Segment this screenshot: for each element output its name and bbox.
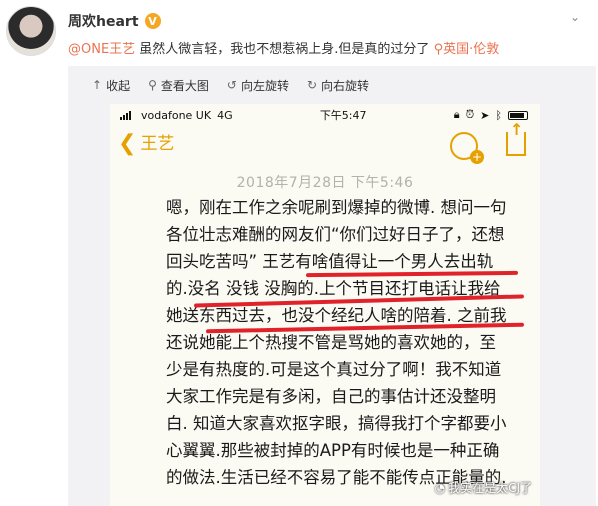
location-link[interactable]: ⚲英国·伦敦 — [434, 42, 500, 57]
add-contact-icon[interactable] — [450, 132, 484, 164]
note-date: 2018年7月28日 下午5:46 — [236, 175, 414, 191]
rotate-left-button[interactable]: ↺ 向左旋转 — [227, 77, 289, 94]
note-line: 各位壮志难酬的网友们“你们过好日子了，还想 — [166, 225, 505, 244]
bluetooth-icon: ᛒ — [495, 108, 502, 122]
note-line: 还说她能上个热搜不管是骂她的喜欢她的，至 — [166, 333, 496, 352]
rotate-right-icon: ↻ — [306, 78, 318, 92]
note-line: 白. 知道大家喜欢抠字眼，搞得我打个字都要小 — [166, 414, 507, 433]
rotate-right-button[interactable]: ↻ 向右旋转 — [307, 77, 369, 94]
pin-icon: ⚲ — [433, 42, 444, 57]
clock: 下午5:47 — [319, 109, 367, 122]
signal-icon — [120, 110, 131, 120]
rotate-left-icon: ↺ — [226, 78, 237, 92]
note-line: 心翼翼.那些被封掉的APP有时候也是一种正确 — [166, 441, 500, 460]
chevron-left-icon: ❮ — [118, 131, 137, 156]
watermark: ◔ 我实在是太CJ了 — [434, 480, 532, 496]
post-text: @ONE王艺 虽然人微言轻，我也不想惹祸上身.但是真的过分了 ⚲英国·伦敦 — [68, 38, 499, 57]
note-line: 嗯，刚在工作之余呢刷到爆掉的微博. 想问一句 — [166, 198, 507, 217]
phone-screenshot[interactable]: vodafone UK 4G 下午5:47 🔒︎ ⏰︎ ➤ ᛒ ❮王艺 2018… — [110, 104, 540, 506]
alarm-icon: ⏰︎ — [465, 108, 475, 121]
post-body: 虽然人微言轻，我也不想惹祸上身.但是真的过分了 — [135, 42, 434, 57]
mention-link[interactable]: @ONE王艺 — [68, 42, 135, 57]
image-toolbar: ↑ 收起 ⚲ 查看大图 ↺ 向左旋转 ↻ 向右旋转 — [68, 66, 596, 104]
view-large-button[interactable]: ⚲ 查看大图 — [148, 77, 209, 94]
battery-icon — [508, 110, 528, 120]
note-body: 嗯，刚在工作之余呢刷到爆掉的微博. 想问一句 各位壮志难酬的网友们“你们过好日子… — [166, 194, 526, 491]
avatar[interactable] — [6, 6, 56, 56]
author-row: 周欢heart V — [68, 11, 161, 31]
search-icon: ⚲ — [148, 78, 157, 92]
verified-badge: V — [144, 13, 161, 29]
author-name[interactable]: 周欢heart — [68, 11, 139, 31]
collapse-icon: ↑ — [92, 78, 103, 92]
chevron-down-icon[interactable]: ⌄ — [570, 10, 584, 24]
note-line: 大家工作完是有多闲，自己的事估计还没整明 — [166, 387, 496, 406]
status-bar: vodafone UK 4G 下午5:47 🔒︎ ⏰︎ ➤ ᛒ — [110, 104, 540, 126]
image-viewer: ↑ 收起 ⚲ 查看大图 ↺ 向左旋转 ↻ 向右旋转 vodafone UK 4G 下午5… — [68, 66, 596, 506]
collapse-button[interactable]: ↑ 收起 — [92, 77, 130, 94]
network: 4G — [217, 108, 233, 122]
share-icon[interactable] — [506, 120, 526, 156]
carrier: vodafone UK — [141, 108, 212, 122]
location-arrow-icon: ➤ — [480, 108, 490, 122]
back-button[interactable]: ❮ 王艺 — [118, 132, 174, 156]
lock-icon: 🔒︎ — [453, 108, 460, 121]
notes-navbar: ❮ 王艺 — [110, 120, 540, 166]
wechat-icon: ◔ — [434, 480, 446, 495]
note-line: 少是有热度的.可是这个真过分了啊！我不知道 — [166, 360, 502, 379]
